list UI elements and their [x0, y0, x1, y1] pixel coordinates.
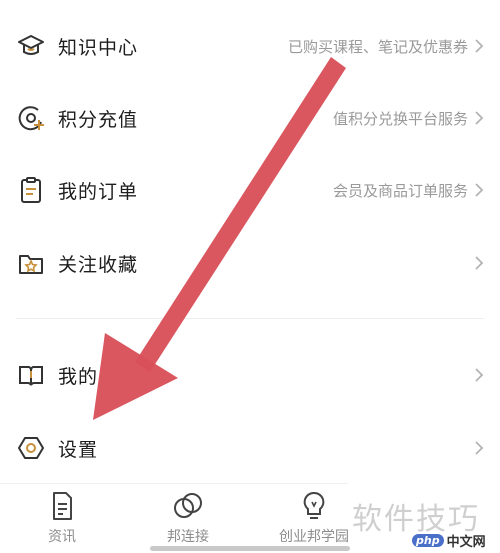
- tab-academy[interactable]: 创业邦学园: [264, 484, 364, 553]
- tab-label: 创业邦学园: [279, 529, 349, 545]
- section-divider: [16, 318, 484, 319]
- chevron-right-icon: [475, 256, 484, 270]
- menu-item-label: 积分充值: [58, 108, 139, 131]
- menu-item-my-orders[interactable]: 我的订单 会员及商品订单服务: [0, 160, 500, 220]
- settings-hexagon-icon: [14, 431, 48, 465]
- menu-item-favorites[interactable]: 关注收藏: [0, 233, 500, 293]
- clipboard-icon: [14, 173, 48, 207]
- menu-item-label: 我的: [58, 365, 99, 388]
- menu-item-points-recharge[interactable]: 积分充值 值积分兑换平台服务: [0, 88, 500, 148]
- tab-label: 邦连接: [167, 529, 209, 545]
- linked-circles-icon: [174, 493, 202, 518]
- php-badge: php: [412, 533, 444, 547]
- chevron-right-icon: [475, 111, 484, 125]
- menu-item-my-partial[interactable]: 我的: [0, 345, 500, 405]
- chevron-right-icon: [475, 368, 484, 382]
- menu-item-knowledge-center[interactable]: 知识中心 已购买课程、笔记及优惠券: [0, 16, 500, 76]
- home-indicator: [150, 546, 350, 551]
- chevron-right-icon: [475, 441, 484, 455]
- menu-item-description: 已购买课程、笔记及优惠券: [287, 37, 468, 56]
- menu-item-label: 设置: [58, 438, 99, 461]
- bottom-tab-bar: 资讯 邦连接 创业邦学园: [0, 483, 349, 553]
- open-book-icon: [14, 358, 48, 392]
- graduation-cap-icon: [14, 29, 48, 63]
- lightbulb-icon: [303, 491, 325, 519]
- tab-label: 资讯: [48, 529, 76, 545]
- menu-item-settings[interactable]: 设置: [0, 418, 500, 478]
- menu-item-label: 知识中心: [58, 36, 139, 59]
- folder-star-icon: [14, 246, 48, 280]
- site-name: 中文网: [446, 534, 486, 550]
- coin-plus-icon: [14, 101, 48, 135]
- chevron-right-icon: [475, 183, 484, 197]
- menu-item-label: 我的订单: [58, 180, 139, 203]
- menu-item-description: 会员及商品订单服务: [332, 181, 468, 200]
- document-icon: [53, 492, 72, 520]
- tab-connect[interactable]: 邦连接: [138, 484, 238, 553]
- menu-item-label: 关注收藏: [58, 253, 139, 276]
- site-logo: php 中文网: [412, 530, 486, 550]
- menu-item-description: 值积分兑换平台服务: [332, 109, 468, 128]
- tab-news[interactable]: 资讯: [12, 484, 112, 553]
- chevron-right-icon: [475, 39, 484, 53]
